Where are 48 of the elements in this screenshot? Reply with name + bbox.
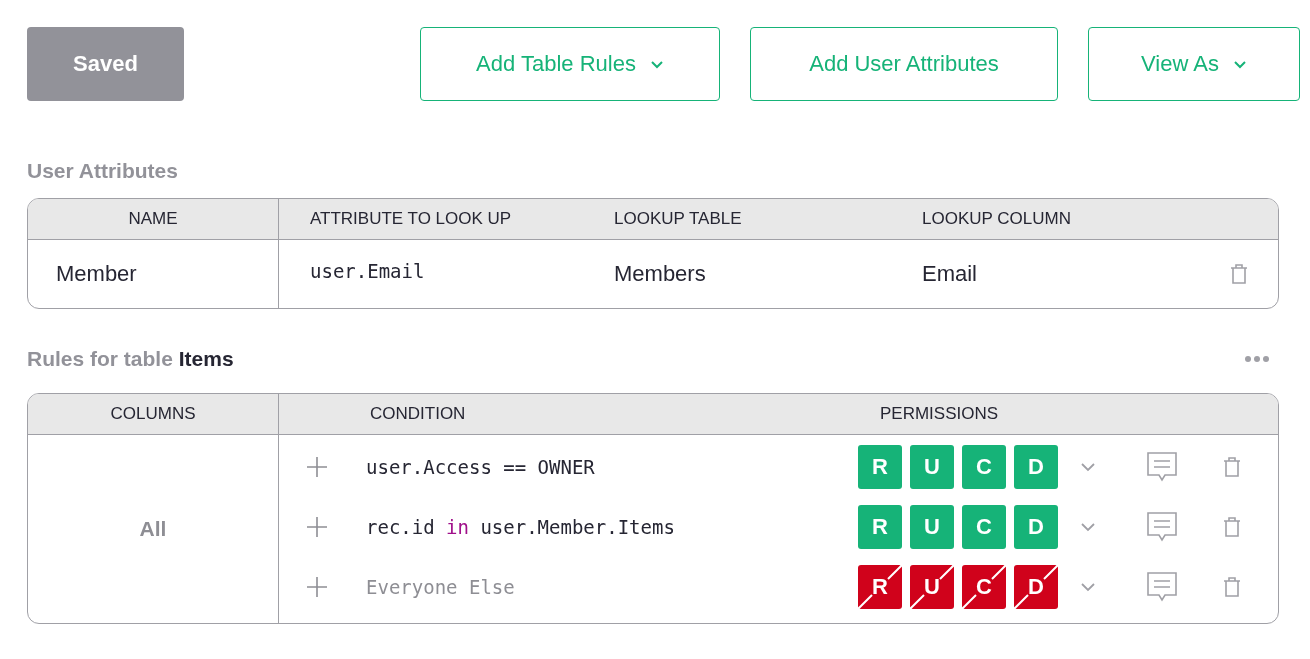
plus-icon[interactable] — [306, 516, 328, 538]
permission-toggle[interactable]: U — [910, 565, 954, 609]
column-header: LOOKUP TABLE — [614, 209, 742, 229]
table-cell: Members — [614, 261, 706, 287]
toolbar-button[interactable]: Add User Attributes — [750, 27, 1058, 101]
table-cell: Member — [56, 261, 137, 287]
condition-text[interactable]: Everyone Else — [366, 576, 858, 598]
comment-icon[interactable] — [1146, 451, 1178, 483]
chevron-down-icon[interactable] — [1080, 582, 1096, 592]
permission-toggle[interactable]: R — [858, 445, 902, 489]
table-cell: user.Email — [310, 260, 425, 282]
permission-toggle[interactable]: U — [910, 505, 954, 549]
trash-icon[interactable] — [1222, 456, 1242, 478]
table-cell: All — [139, 517, 167, 541]
column-header: ATTRIBUTE TO LOOK UP — [310, 209, 512, 229]
chevron-down-icon[interactable] — [1080, 462, 1096, 472]
more-options-icon[interactable] — [1245, 356, 1269, 362]
toolbar-button[interactable]: View As — [1088, 27, 1300, 101]
trash-icon[interactable] — [1222, 516, 1242, 538]
plus-icon[interactable] — [306, 576, 328, 598]
chevron-down-icon — [649, 59, 664, 69]
permission-toggle[interactable]: D — [1014, 445, 1058, 489]
comment-icon[interactable] — [1146, 511, 1178, 543]
trash-icon[interactable] — [1222, 576, 1242, 598]
column-header: COLUMNS — [110, 404, 196, 424]
condition-text[interactable]: rec.id in user.Member.Items — [366, 516, 858, 538]
permission-toggle[interactable]: U — [910, 445, 954, 489]
section-title: User Attributes — [27, 159, 179, 183]
chevron-down-icon — [1232, 59, 1247, 69]
trash-icon[interactable] — [1229, 263, 1249, 285]
permission-toggle[interactable]: C — [962, 445, 1006, 489]
permission-toggle[interactable]: C — [962, 565, 1006, 609]
plus-icon[interactable] — [306, 456, 328, 478]
column-header: PERMISSIONS — [880, 404, 999, 424]
column-header: CONDITION — [370, 404, 466, 424]
comment-icon[interactable] — [1146, 571, 1178, 603]
permission-toggle[interactable]: R — [858, 565, 902, 609]
column-header: NAME — [128, 209, 178, 229]
column-header: LOOKUP COLUMN — [922, 209, 1071, 229]
permission-toggle[interactable]: R — [858, 505, 902, 549]
chevron-down-icon[interactable] — [1080, 522, 1096, 532]
permission-toggle[interactable]: D — [1014, 505, 1058, 549]
permission-toggle[interactable]: D — [1014, 565, 1058, 609]
permission-toggle[interactable]: C — [962, 505, 1006, 549]
toolbar-button[interactable]: Add Table Rules — [420, 27, 720, 101]
section-title: Rules for table Items — [27, 347, 234, 371]
condition-text[interactable]: user.Access == OWNER — [366, 456, 858, 478]
table-cell: Email — [922, 261, 977, 287]
